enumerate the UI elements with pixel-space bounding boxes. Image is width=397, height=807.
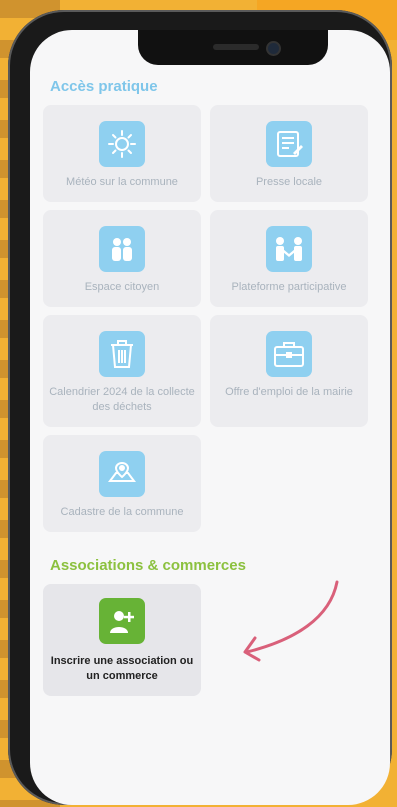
pointer-arrow-icon xyxy=(243,580,339,662)
speaker-icon xyxy=(213,44,259,50)
tile-meteo[interactable]: Météo sur la commune xyxy=(43,105,201,202)
camera-icon xyxy=(268,43,279,54)
citizens-icon xyxy=(99,226,145,272)
tile-label: Météo sur la commune xyxy=(66,176,178,188)
briefcase-icon xyxy=(266,331,312,377)
app-screen: Accès pratique Météo sur la commune Pres… xyxy=(30,30,390,805)
phone-frame: Accès pratique Météo sur la commune Pres… xyxy=(8,10,392,805)
sun-icon xyxy=(99,121,145,167)
tile-label: Cadastre de la commune xyxy=(60,506,184,518)
section-title-acces-pratique: Accès pratique xyxy=(50,78,158,95)
section-title-associations: Associations & commerces xyxy=(50,557,246,574)
tile-label: Presse locale xyxy=(255,176,323,188)
tile-label: Espace citoyen xyxy=(84,281,160,293)
tile-calendrier-collecte[interactable]: Calendrier 2024 de la collecte des déche… xyxy=(43,315,201,427)
trash-icon xyxy=(99,331,145,377)
tile-plateforme-participative[interactable]: Plateforme participative xyxy=(210,210,368,307)
phone-notch xyxy=(138,30,328,65)
tile-label: Calendrier 2024 de la collecte des déche… xyxy=(49,386,195,413)
tile-label: Inscrire une association ou un commerce xyxy=(50,655,194,682)
handshake-icon xyxy=(266,226,312,272)
add-user-icon xyxy=(99,598,145,644)
register-association-button[interactable]: Inscrire une association ou un commerce xyxy=(43,584,201,696)
newspaper-icon xyxy=(266,121,312,167)
tile-espace-citoyen[interactable]: Espace citoyen xyxy=(43,210,201,307)
tile-label: Offre d'emploi de la mairie xyxy=(225,386,353,398)
tile-presse[interactable]: Presse locale xyxy=(210,105,368,202)
tile-cadastre[interactable]: Cadastre de la commune xyxy=(43,435,201,532)
map-icon xyxy=(99,451,145,497)
tile-offre-emploi[interactable]: Offre d'emploi de la mairie xyxy=(210,315,368,427)
tile-label: Plateforme participative xyxy=(231,281,347,293)
